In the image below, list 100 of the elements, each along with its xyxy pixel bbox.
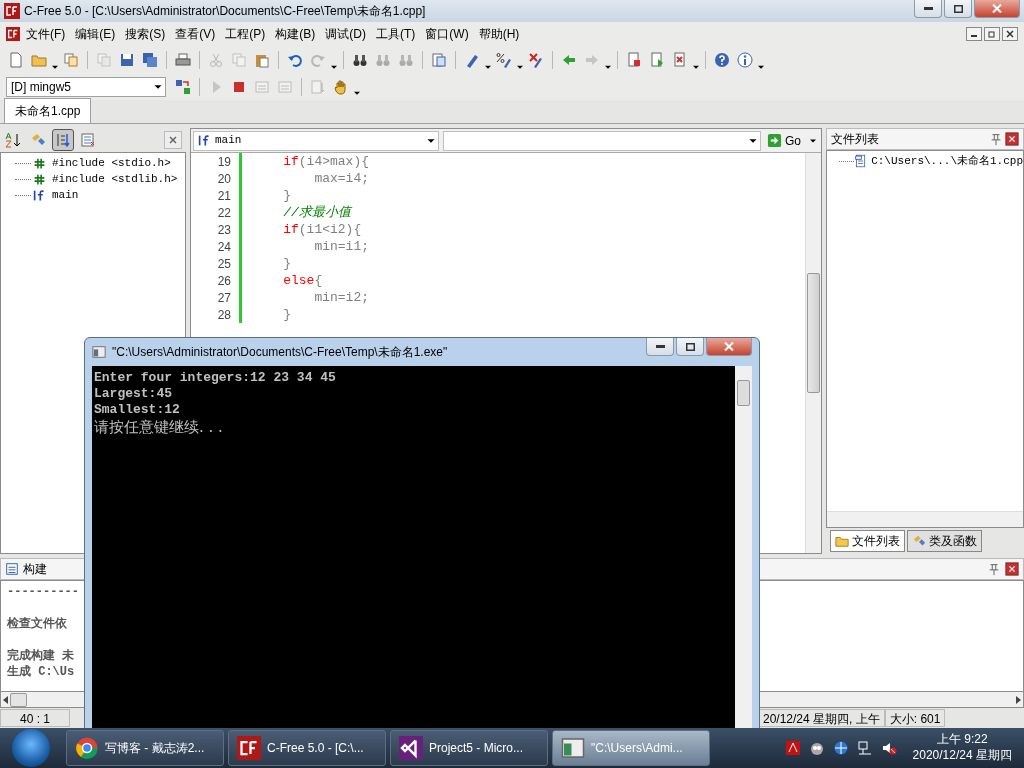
- tree-item[interactable]: #include <stdlib.h>: [52, 170, 178, 188]
- clock-time[interactable]: 上午 9:22: [912, 732, 1012, 748]
- line-number: 21: [216, 187, 231, 205]
- function-icon: [33, 188, 46, 202]
- clipboard-icon: [254, 52, 270, 68]
- document-minimize-button[interactable]: [966, 27, 982, 41]
- tree-item[interactable]: #include <stdio.h>: [52, 154, 171, 172]
- cursor-position: 40 : 1: [0, 709, 70, 727]
- code-line: }: [282, 254, 291, 273]
- close-button[interactable]: [974, 0, 1020, 18]
- code-line: min=i1;: [313, 237, 370, 256]
- document-arrow-icon: [310, 79, 326, 95]
- console-window-icon: [561, 736, 585, 760]
- maximize-icon: [953, 4, 963, 13]
- start-button[interactable]: [12, 729, 50, 767]
- toolbar-button[interactable]: [735, 50, 755, 70]
- speaker-muted-icon[interactable]: [880, 740, 897, 756]
- output-line: 完成构建 未: [7, 647, 75, 663]
- pin-icon[interactable]: [987, 562, 1001, 576]
- menu-item[interactable]: 窗口(W): [421, 24, 473, 44]
- panel-close-button[interactable]: [164, 131, 182, 149]
- pdf-icon[interactable]: [784, 740, 801, 756]
- document-tab[interactable]: 未命名1.cpp: [4, 98, 92, 123]
- caret-icon[interactable]: [52, 65, 58, 69]
- caret-icon[interactable]: [331, 65, 337, 69]
- minimize-button[interactable]: [646, 338, 674, 356]
- panel-tab[interactable]: 文件列表: [830, 530, 905, 552]
- rebuild-icon: [175, 79, 191, 95]
- undo-icon: [287, 52, 303, 68]
- help-icon: [714, 52, 730, 68]
- toolbar-button[interactable]: [712, 50, 732, 70]
- output-line: 检查文件依: [7, 616, 67, 631]
- menu-item[interactable]: 工程(P): [221, 24, 270, 44]
- menu-item[interactable]: 查看(V): [171, 24, 220, 44]
- copy-icon: [231, 52, 247, 68]
- taskbar-button[interactable]: Project5 - Micro...: [390, 730, 548, 766]
- floppy-disks-icon: [142, 52, 158, 68]
- clock-date[interactable]: 2020/12/24 星期四: [912, 748, 1012, 764]
- menu-item[interactable]: 调试(D): [321, 24, 370, 44]
- close-icon: [992, 4, 1002, 13]
- taskbar-button[interactable]: 写博客 - 戴志涛2...: [66, 730, 224, 766]
- toolbar-button[interactable]: [173, 77, 193, 97]
- menu-item[interactable]: 构建(B): [271, 24, 320, 44]
- panel-title: 构建: [23, 561, 47, 578]
- view-toggle-button[interactable]: [52, 129, 74, 151]
- document-close-button[interactable]: [1002, 27, 1018, 41]
- scissors-icon: [208, 52, 224, 68]
- menu-item[interactable]: 搜索(S): [121, 24, 170, 44]
- vertical-scrollbar[interactable]: [735, 366, 752, 728]
- code-line: //求最小值: [282, 203, 351, 222]
- compiler-dropdown[interactable]: [D] mingw5: [6, 77, 166, 97]
- globe-icon[interactable]: [832, 740, 849, 756]
- caret-icon[interactable]: [517, 65, 523, 69]
- line-number: 23: [216, 221, 231, 239]
- toolbar-button[interactable]: [494, 50, 514, 70]
- console-window-icon: [92, 345, 106, 359]
- minimize-button[interactable]: [914, 0, 942, 18]
- caret-icon[interactable]: [354, 91, 360, 95]
- menu-item[interactable]: 编辑(E): [71, 24, 120, 44]
- tree-item[interactable]: main: [52, 186, 79, 204]
- function-dropdown[interactable]: main: [193, 130, 439, 151]
- taskbar-button[interactable]: C-Free 5.0 - [C:\...: [228, 730, 386, 766]
- horizontal-scrollbar[interactable]: [827, 511, 1023, 527]
- network-icon[interactable]: [856, 740, 873, 756]
- document-cross-icon: [672, 52, 688, 68]
- caret-icon[interactable]: [485, 65, 491, 69]
- window-title: "C:\Users\Administrator\Documents\C-Free\Temp\未命名1.exe": [112, 344, 448, 361]
- code-line: else{: [282, 271, 323, 290]
- minimize-icon: [655, 345, 665, 348]
- scroll-left-icon[interactable]: [3, 695, 8, 704]
- page-icon: [8, 52, 24, 68]
- file-item[interactable]: C:\Users\...\未命名1.cpp: [871, 152, 1023, 170]
- documents-icon: [96, 52, 112, 68]
- vertical-scrollbar[interactable]: [805, 153, 821, 553]
- pencil-tag-icon: [30, 132, 46, 148]
- close-button[interactable]: [706, 338, 752, 356]
- close-icon[interactable]: [1005, 132, 1019, 146]
- maximize-button[interactable]: [676, 338, 704, 356]
- maximize-button[interactable]: [944, 0, 972, 18]
- caret-icon[interactable]: [693, 65, 699, 69]
- output-line: 生成 C:\Us: [7, 664, 75, 679]
- percent-pen-icon: [496, 52, 512, 68]
- toolbar-button[interactable]: [140, 50, 160, 70]
- go-button[interactable]: Go: [765, 131, 803, 150]
- line-number: 26: [216, 272, 231, 290]
- menu-item[interactable]: 工具(T): [372, 24, 420, 44]
- menu-item[interactable]: 帮助(H): [474, 24, 524, 44]
- menu-item[interactable]: 文件(F): [22, 24, 70, 44]
- folder-icon: [31, 52, 47, 68]
- window-title: C-Free 5.0 - [C:\Users\Administrator\Documents\C-Free\Temp\未命名1.cpp]: [24, 3, 426, 20]
- infinity-logo-icon: [399, 736, 423, 760]
- restore-icon: [988, 30, 996, 38]
- close-icon[interactable]: [1005, 562, 1019, 576]
- scrollbar-thumb[interactable]: [10, 692, 27, 707]
- caret-icon[interactable]: [605, 65, 611, 69]
- caret-icon[interactable]: [758, 65, 764, 69]
- scroll-right-icon[interactable]: [1016, 695, 1021, 704]
- document-replace-icon: [431, 52, 447, 68]
- panel-tab[interactable]: 类及函数: [907, 530, 982, 552]
- pin-icon[interactable]: [989, 132, 1003, 146]
